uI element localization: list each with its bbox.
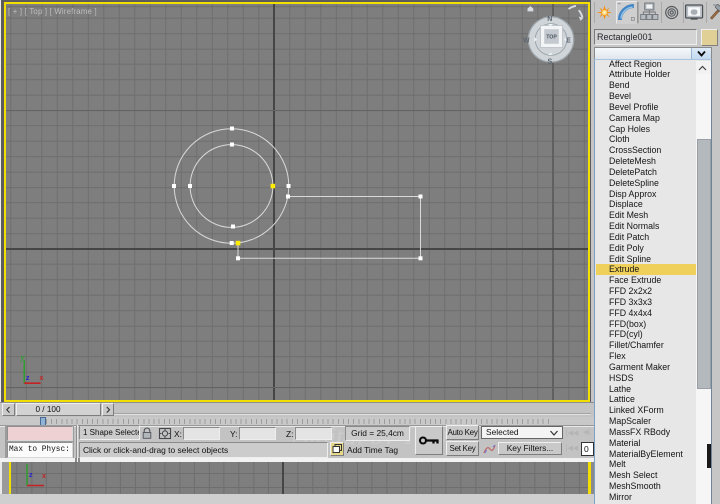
svg-text:z: z xyxy=(26,375,30,382)
svg-text:W: W xyxy=(523,38,530,45)
svg-text:x: x xyxy=(40,375,44,382)
svg-text:N: N xyxy=(547,16,552,23)
svg-text:S: S xyxy=(547,58,552,65)
svg-text:z: z xyxy=(29,472,33,479)
svg-text:TOP: TOP xyxy=(546,35,557,41)
svg-text:x: x xyxy=(42,473,46,480)
svg-text:E: E xyxy=(566,38,571,45)
